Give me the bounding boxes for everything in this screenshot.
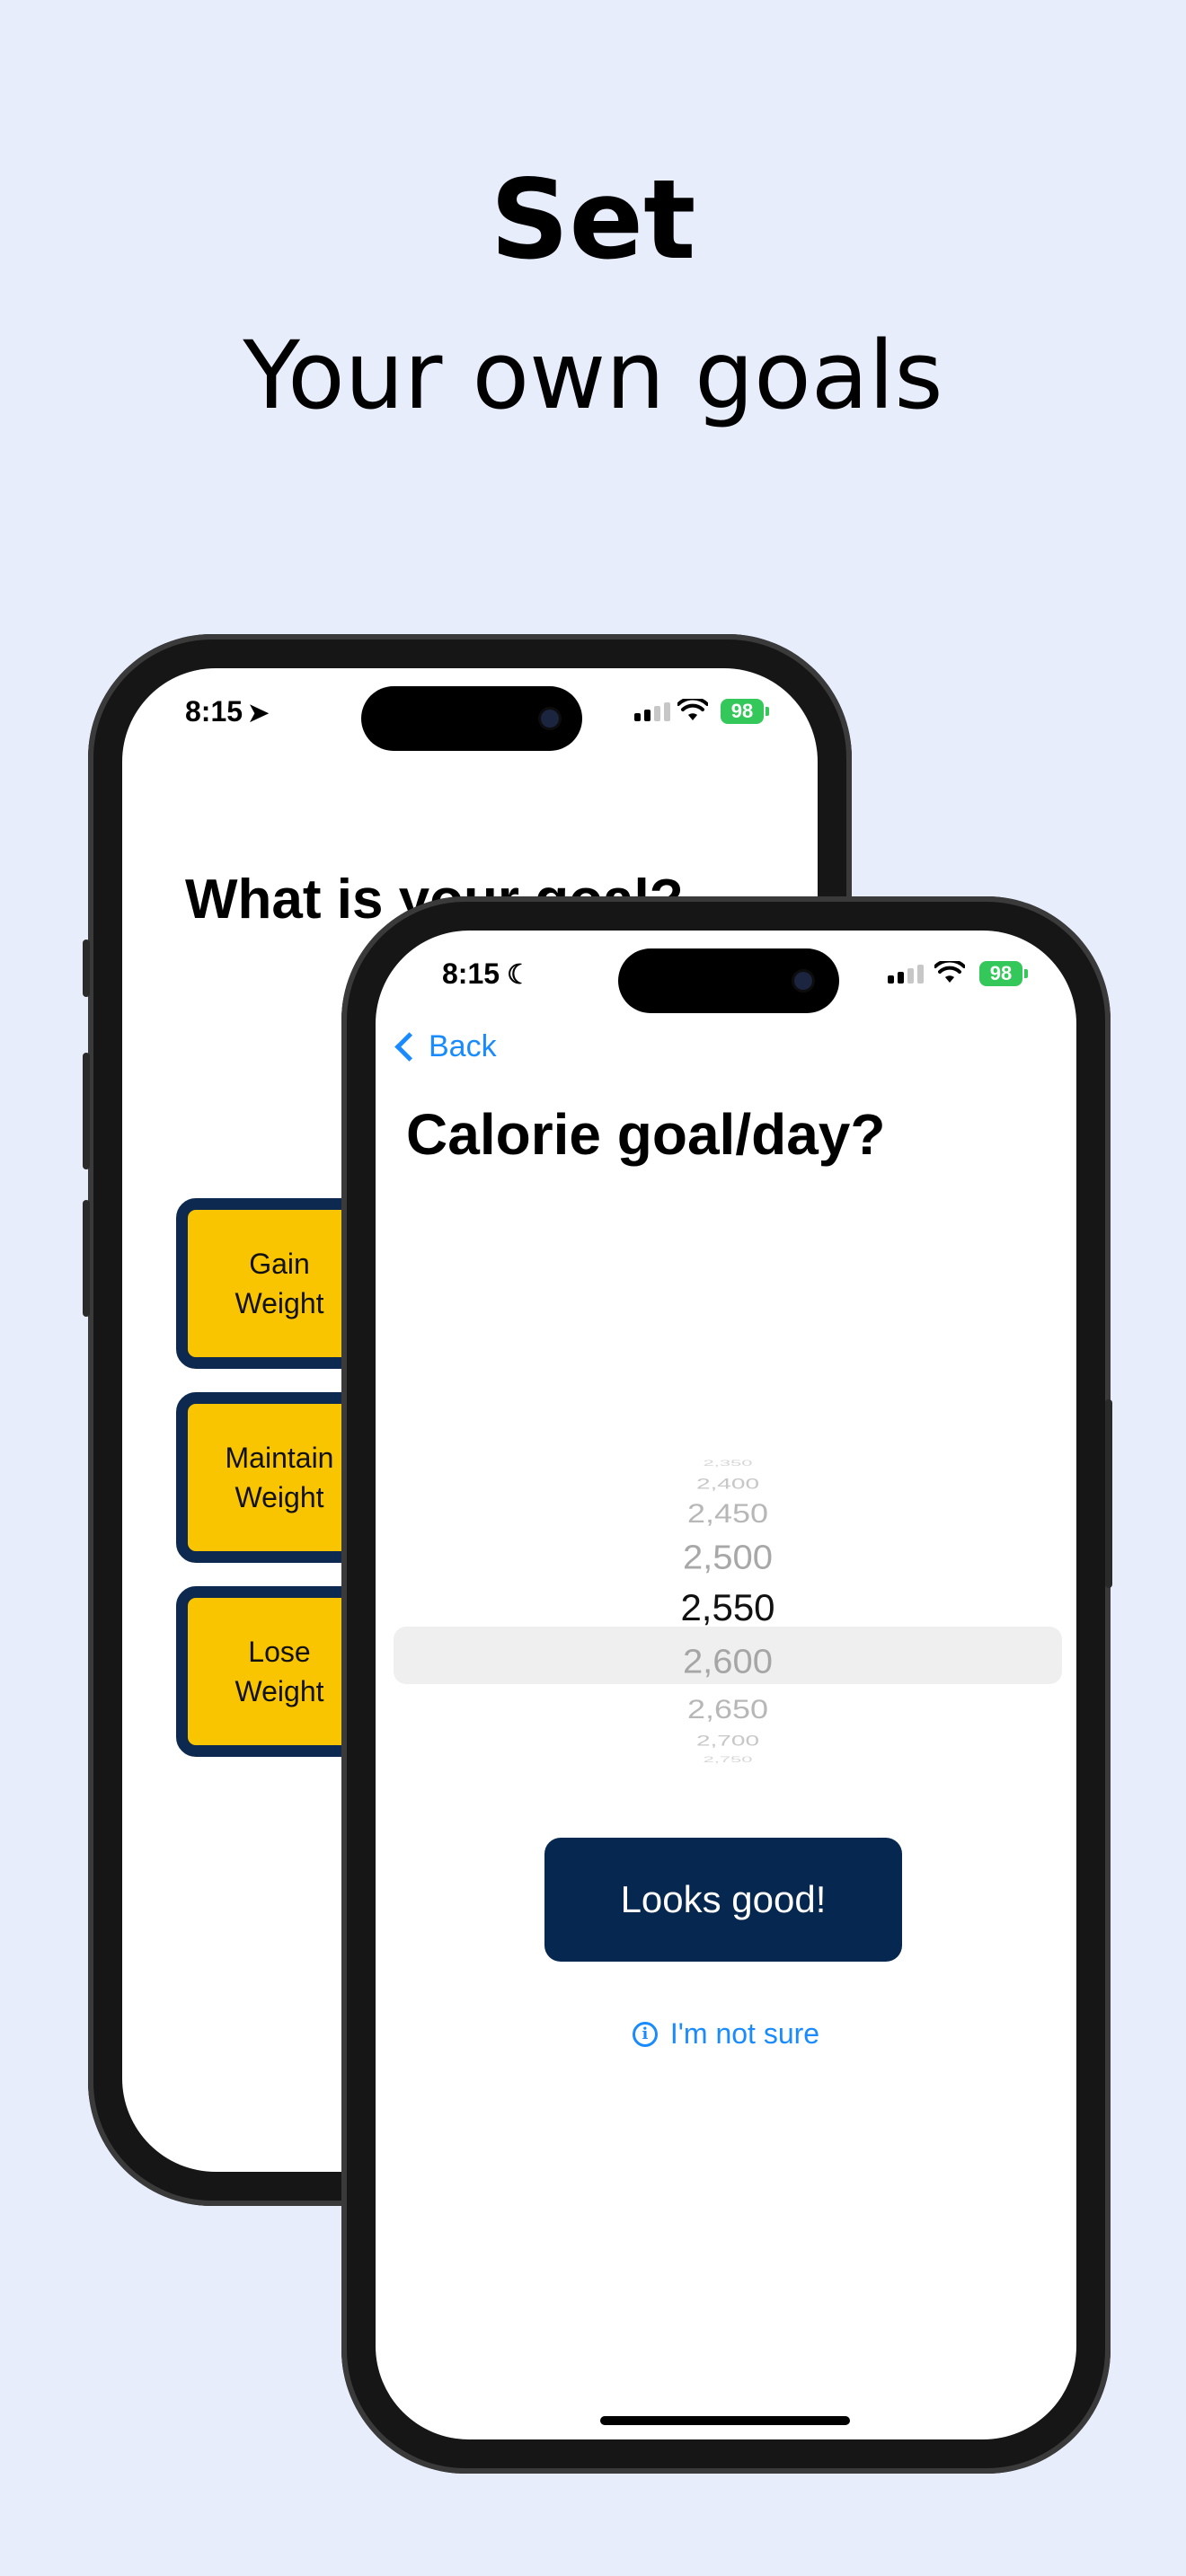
dynamic-island <box>361 686 582 751</box>
status-time: 8:15 ➤ <box>185 695 270 728</box>
not-sure-label: I'm not sure <box>669 2017 820 2050</box>
info-icon: i <box>632 2021 658 2047</box>
battery-icon: 98 <box>721 699 769 724</box>
front-phone-screen: 8:15 ☾ 98 Back Calorie goal/day? 2,350 2,4… <box>376 931 1076 2439</box>
phone-side-button <box>83 1053 90 1169</box>
back-label: Back <box>429 1029 497 1063</box>
picker-value[interactable]: 2,600 <box>394 1643 1062 1681</box>
phone-side-button <box>83 940 90 997</box>
location-arrow-icon: ➤ <box>248 699 270 727</box>
calorie-picker-wheel[interactable]: 2,350 2,400 2,450 2,500 2,550 2,600 2,650 2,700… <box>394 1451 1062 1811</box>
status-time: 8:15 ☾ <box>442 957 531 990</box>
wifi-icon <box>934 961 965 983</box>
headline-title: Set <box>490 156 696 284</box>
picker-value[interactable]: 2,450 <box>394 1498 1062 1529</box>
cellular-signal-icon <box>888 965 924 984</box>
phone-side-button <box>1105 1399 1112 1588</box>
moon-icon: ☾ <box>507 960 531 990</box>
home-indicator <box>600 2416 850 2425</box>
option-label: Weight <box>235 1675 324 1707</box>
battery-icon: 98 <box>979 961 1028 986</box>
looks-good-button[interactable]: Looks good! <box>544 1838 902 1962</box>
calorie-goal-title: Calorie goal/day? <box>406 1102 886 1167</box>
front-phone-frame: 8:15 ☾ 98 Back Calorie goal/day? 2,350 2,4… <box>341 896 1112 2474</box>
back-button[interactable]: Back <box>390 1029 497 1064</box>
wifi-icon <box>677 699 708 720</box>
picker-selected-value[interactable]: 2,550 <box>394 1586 1062 1629</box>
not-sure-link[interactable]: i I'm not sure <box>376 2017 1076 2051</box>
option-label: Weight <box>235 1287 324 1319</box>
option-label: Lose <box>248 1636 311 1668</box>
camera-icon <box>794 972 812 990</box>
option-label: Gain <box>249 1248 310 1280</box>
picker-value[interactable]: 2,500 <box>394 1539 1062 1577</box>
cellular-signal-icon <box>634 702 670 721</box>
chevron-left-icon <box>394 1032 424 1062</box>
picker-value[interactable]: 2,750 <box>394 1755 1062 1764</box>
dynamic-island <box>618 948 839 1013</box>
headline-subtitle: Your own goals <box>243 321 943 430</box>
option-label: Weight <box>235 1481 324 1513</box>
picker-value[interactable]: 2,400 <box>394 1475 1062 1492</box>
picker-value[interactable]: 2,700 <box>394 1732 1062 1749</box>
picker-value[interactable]: 2,650 <box>394 1694 1062 1725</box>
camera-icon <box>541 710 559 728</box>
phone-side-button <box>83 1200 90 1317</box>
option-label: Maintain <box>225 1442 334 1474</box>
picker-value[interactable]: 2,350 <box>394 1459 1062 1468</box>
